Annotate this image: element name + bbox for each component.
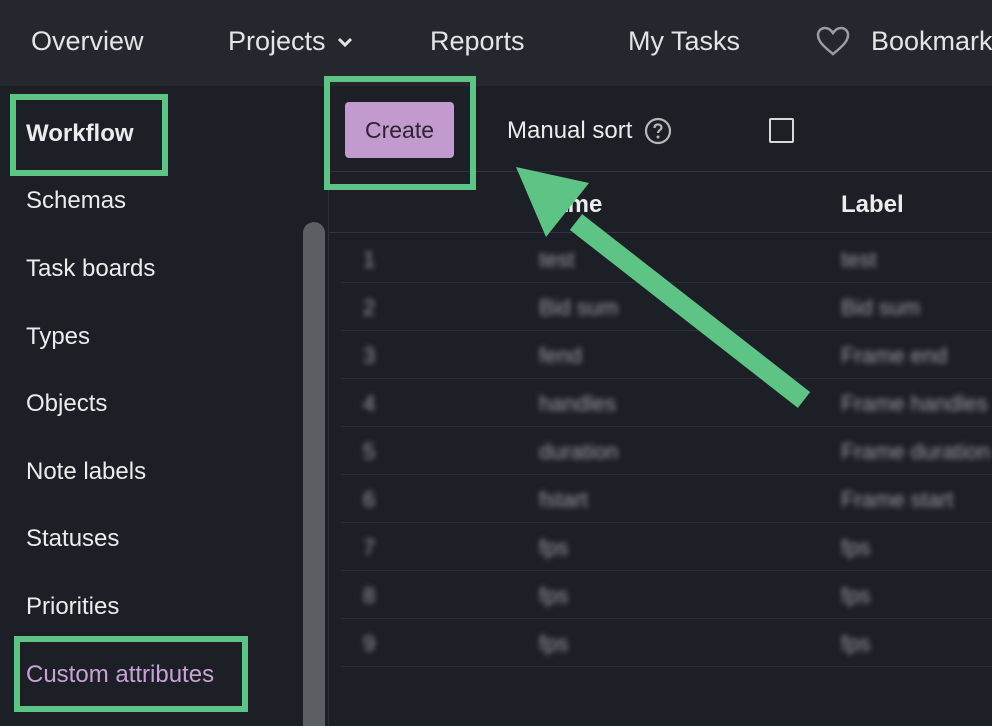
row-index: 2 xyxy=(363,295,376,320)
table-row[interactable]: 6 fstart Frame start xyxy=(341,475,992,523)
chevron-down-icon xyxy=(337,37,352,47)
row-index: 6 xyxy=(363,487,376,512)
top-navigation: Overview Projects Reports My Tasks Bookm… xyxy=(0,0,992,86)
row-index: 9 xyxy=(363,631,376,656)
row-name: duration xyxy=(539,439,619,464)
nav-my-tasks-label: My Tasks xyxy=(628,26,741,56)
row-name: fps xyxy=(539,631,569,656)
manual-sort-checkbox[interactable] xyxy=(769,118,794,143)
sidebar-item-schemas[interactable]: Schemas xyxy=(26,187,126,215)
row-label: fps xyxy=(841,535,871,560)
row-index: 1 xyxy=(363,247,376,272)
nav-overview[interactable]: Overview xyxy=(31,26,144,57)
sidebar-item-note-labels[interactable]: Note labels xyxy=(26,458,146,486)
nav-projects-label: Projects xyxy=(228,26,326,56)
row-label: fps xyxy=(841,583,871,608)
nav-projects[interactable]: Projects xyxy=(228,26,354,57)
sidebar-item-task-boards[interactable]: Task boards xyxy=(26,255,155,283)
nav-my-tasks[interactable]: My Tasks xyxy=(628,26,740,57)
row-label: Frame start xyxy=(841,487,954,512)
row-name: fps xyxy=(539,583,569,608)
table-row[interactable]: 9 fps fps xyxy=(341,619,992,667)
nav-bookmarks-label: Bookmarks xyxy=(871,26,992,56)
nav-reports-label: Reports xyxy=(430,26,525,56)
sidebar-scrollbar[interactable] xyxy=(303,222,325,726)
column-header-name[interactable]: Name xyxy=(537,191,602,219)
highlight-box-workflow xyxy=(10,94,168,176)
table-row[interactable]: 2 Bid sum Bid sum xyxy=(341,283,992,331)
row-index: 8 xyxy=(363,583,376,608)
sidebar-item-objects[interactable]: Objects xyxy=(26,390,107,418)
row-label: Frame duration xyxy=(841,439,991,464)
sidebar-item-priorities[interactable]: Priorities xyxy=(26,593,119,621)
table-row[interactable]: 8 fps fps xyxy=(341,571,992,619)
table-row[interactable]: 7 fps fps xyxy=(341,523,992,571)
row-index: 3 xyxy=(363,343,376,368)
sidebar-item-statuses[interactable]: Statuses xyxy=(26,525,119,553)
row-name: fstart xyxy=(539,487,588,512)
row-name: Bid sum xyxy=(539,295,619,320)
highlight-box-custom-attributes xyxy=(14,636,248,712)
row-label: test xyxy=(841,247,877,272)
nav-bookmarks[interactable]: Bookmarks xyxy=(815,24,992,57)
row-name: fps xyxy=(539,535,569,560)
row-label: fps xyxy=(841,631,871,656)
nav-overview-label: Overview xyxy=(31,26,144,56)
table-row[interactable]: 3 fend Frame end xyxy=(341,331,992,379)
heart-icon xyxy=(816,26,850,56)
manual-sort: Manual sort xyxy=(507,117,672,145)
row-label: Bid sum xyxy=(841,295,921,320)
row-name: test xyxy=(539,247,575,272)
row-name: handles xyxy=(539,391,617,416)
help-circle-icon[interactable] xyxy=(644,117,672,145)
row-index: 5 xyxy=(363,439,376,464)
row-name: fend xyxy=(539,343,582,368)
table-row[interactable]: 1 test test xyxy=(341,235,992,283)
nav-reports[interactable]: Reports xyxy=(430,26,525,57)
table-row[interactable]: 4 handles Frame handles xyxy=(341,379,992,427)
column-header-label[interactable]: Label xyxy=(841,191,904,219)
table-row[interactable]: 5 duration Frame duration xyxy=(341,427,992,475)
row-label: Frame end xyxy=(841,343,948,368)
manual-sort-label: Manual sort xyxy=(507,117,633,144)
highlight-box-create xyxy=(324,76,476,190)
row-index: 4 xyxy=(363,391,376,416)
row-label: Frame handles xyxy=(841,391,988,416)
sidebar-item-types[interactable]: Types xyxy=(26,323,90,351)
settings-sidebar: Workflow Schemas Task boards Types Objec… xyxy=(0,86,328,726)
row-index: 7 xyxy=(363,535,376,560)
